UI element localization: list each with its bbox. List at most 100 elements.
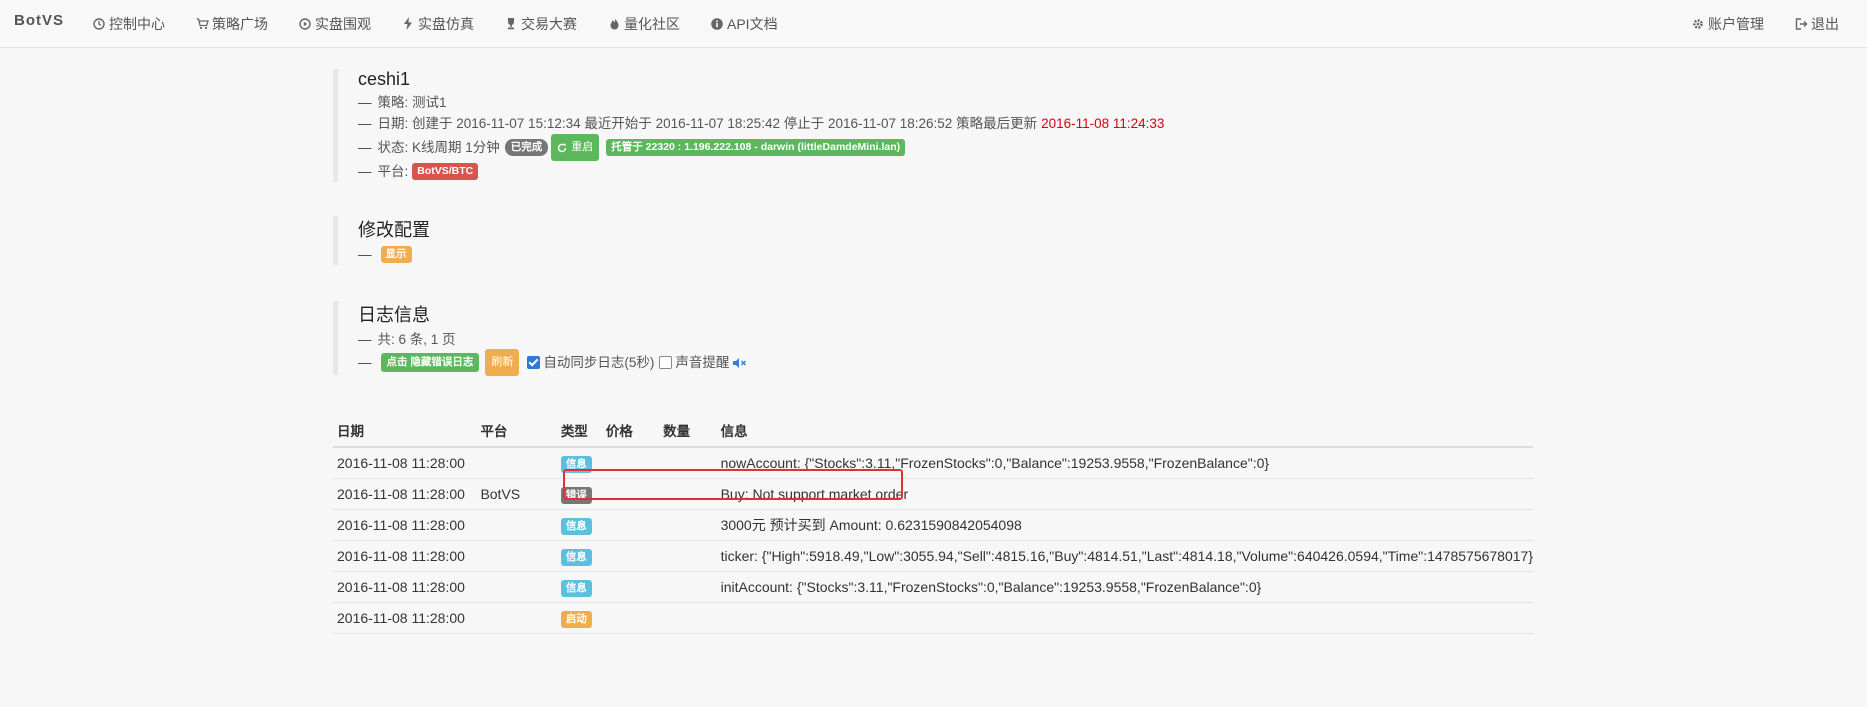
nav-item-label: 交易大赛 (521, 15, 577, 32)
nav-item-label: 实盘仿真 (418, 15, 474, 32)
log-count-text: 共: 6 条, 1 页 (377, 332, 456, 347)
clock-icon (92, 17, 106, 31)
config-block: 修改配置 — 显示 (333, 216, 430, 265)
platform-line: — 平台: BotVS/BTC (358, 161, 1164, 182)
cell-type: 启动 (556, 602, 602, 634)
refresh-button[interactable]: 刷新 (485, 349, 520, 376)
cell-date: 2016-11-08 11:28:00 (333, 509, 477, 541)
hide-errors-button[interactable]: 点击 隐藏错误日志 (380, 353, 480, 372)
config-line: — 显示 (358, 244, 430, 265)
log-count-line: — 共: 6 条, 1 页 (358, 329, 747, 350)
volume-mute-icon[interactable] (733, 357, 747, 368)
cell-date: 2016-11-08 11:28:00 (333, 478, 477, 510)
cell-date: 2016-11-08 11:28:00 (333, 540, 477, 572)
sound-label: 声音提醒 (675, 355, 730, 370)
cell-info: ticker: {"High":5918.49,"Low":3055.94,"S… (716, 540, 1533, 572)
cell-quantity (659, 602, 717, 634)
table-row: 2016-11-08 11:28:00 信息 ticker: {"High":591… (333, 540, 1533, 572)
header-type[interactable]: 类型 (556, 413, 602, 448)
nav-item-contest[interactable]: 交易大赛 (504, 0, 577, 47)
bolt-icon (401, 17, 415, 31)
last-update-time: 2016-11-08 11:24:33 (1041, 116, 1165, 131)
info-circle-icon (710, 17, 724, 31)
platform-text: 平台: (377, 164, 409, 179)
strategy-text: 策略: 测试1 (377, 95, 447, 110)
log-block: 日志信息 — 共: 6 条, 1 页 — 点击 隐藏错误日志 刷新 自动同步日志… (333, 301, 747, 376)
nav-item-control-center[interactable]: 控制中心 (92, 0, 165, 47)
header-price[interactable]: 价格 (601, 413, 660, 448)
table-row: 2016-11-08 11:28:00 BotVS 错误 Buy: Not suppo… (333, 478, 1533, 510)
nav-item-strategy-square[interactable]: 策略广场 (195, 0, 268, 47)
sound-checkbox[interactable] (659, 356, 673, 369)
config-title: 修改配置 (358, 220, 430, 240)
cell-platform (476, 602, 557, 634)
log-controls-line: — 点击 隐藏错误日志 刷新 自动同步日志(5秒) 声音提醒 (358, 349, 747, 376)
log-table-body: 2016-11-08 11:28:00 信息 nowAccount: {"Stock… (333, 447, 1533, 634)
trophy-icon (504, 17, 518, 31)
log-title: 日志信息 (358, 305, 430, 325)
nav-item-account[interactable]: 账户管理 (1691, 0, 1764, 47)
table-header-row: 日期 平台 类型 价格 数量 信息 (333, 413, 1533, 448)
cell-price (601, 540, 660, 572)
auto-sync-checkbox[interactable] (527, 356, 541, 369)
nav-item-live-watch[interactable]: 实盘围观 (298, 0, 371, 47)
restart-button[interactable]: 重启 (551, 134, 600, 161)
show-config-button[interactable]: 显示 (380, 246, 412, 263)
nav-item-simulation[interactable]: 实盘仿真 (401, 0, 474, 47)
fire-icon (607, 17, 621, 31)
brand-logo[interactable]: BotVS (14, 12, 64, 29)
cell-date: 2016-11-08 11:28:00 (333, 447, 477, 479)
cell-info: 3000元 预计买到 Amount: 0.6231590842054098 (716, 509, 1533, 541)
table-row: 2016-11-08 11:28:00 信息 3000元 预计买到 Amount: … (333, 509, 1533, 541)
cell-type: 信息 (556, 509, 602, 541)
nav-item-label: 实盘围观 (315, 15, 371, 32)
cell-price (601, 602, 660, 634)
error-highlight-box (563, 469, 903, 500)
cart-icon (195, 17, 209, 31)
header-date[interactable]: 日期 (333, 413, 477, 448)
cell-type: 信息 (556, 571, 602, 603)
cell-date: 2016-11-08 11:28:00 (333, 571, 477, 603)
nav-item-api-docs[interactable]: API文档 (710, 0, 778, 47)
status-badge: 已完成 (504, 139, 549, 156)
cell-info (716, 602, 1533, 634)
nav-item-label: 账户管理 (1708, 15, 1764, 32)
nav-item-label: API文档 (727, 15, 778, 32)
header-quantity[interactable]: 数量 (659, 413, 717, 448)
nav-item-community[interactable]: 量化社区 (607, 0, 680, 47)
status-line: — 状态: K线周期 1分钟 已完成 重启 托管于 22320 : 1.196.… (358, 134, 1164, 161)
cell-platform (476, 540, 557, 572)
host-badge: 托管于 22320 : 1.196.222.108 - darwin (litt… (606, 139, 906, 156)
nav-item-label: 策略广场 (212, 15, 268, 32)
restart-label: 重启 (571, 141, 594, 153)
date-line: — 日期: 创建于 2016-11-07 15:12:34 最近开始于 2016… (358, 113, 1164, 134)
cell-date: 2016-11-08 11:28:00 (333, 602, 477, 634)
nav-item-label: 控制中心 (109, 15, 165, 32)
cell-quantity (659, 540, 717, 572)
log-type-badge: 信息 (560, 548, 592, 566)
table-row: 2016-11-08 11:28:00 信息 initAccount: {"Stoc… (333, 571, 1533, 603)
cell-info: initAccount: {"Stocks":3.11,"FrozenStock… (716, 571, 1533, 603)
nav-item-logout[interactable]: 退出 (1794, 0, 1839, 47)
header-info[interactable]: 信息 (716, 413, 1533, 448)
nav-item-label: 退出 (1811, 15, 1839, 32)
date-text: 日期: 创建于 2016-11-07 15:12:34 最近开始于 2016-1… (377, 116, 1038, 131)
log-type-badge: 信息 (560, 517, 592, 535)
cell-platform (476, 447, 557, 479)
top-navbar: BotVS 控制中心 策略广场 实盘围观 实盘仿真 交易大赛 量化社区 API文… (0, 0, 1867, 48)
strategy-line: — 策略: 测试1 (358, 92, 1164, 113)
cell-quantity (659, 509, 717, 541)
table-row: 2016-11-08 11:28:00 启动 (333, 602, 1533, 634)
robot-name: ceshi1 (358, 69, 411, 89)
log-type-badge: 信息 (560, 579, 592, 597)
cell-price (601, 509, 660, 541)
cell-quantity (659, 571, 717, 603)
table-row: 2016-11-08 11:28:00 信息 nowAccount: {"Stock… (333, 447, 1533, 479)
main-nav: 控制中心 策略广场 实盘围观 实盘仿真 交易大赛 量化社区 API文档 (92, 0, 808, 47)
cell-price (601, 571, 660, 603)
platform-badge: BotVS/BTC (412, 163, 479, 180)
refresh-icon (558, 143, 567, 152)
header-platform[interactable]: 平台 (476, 413, 557, 448)
cell-platform (476, 509, 557, 541)
log-table: 日期 平台 类型 价格 数量 信息 2016-11-08 11:28:00 信息 n… (333, 413, 1533, 634)
